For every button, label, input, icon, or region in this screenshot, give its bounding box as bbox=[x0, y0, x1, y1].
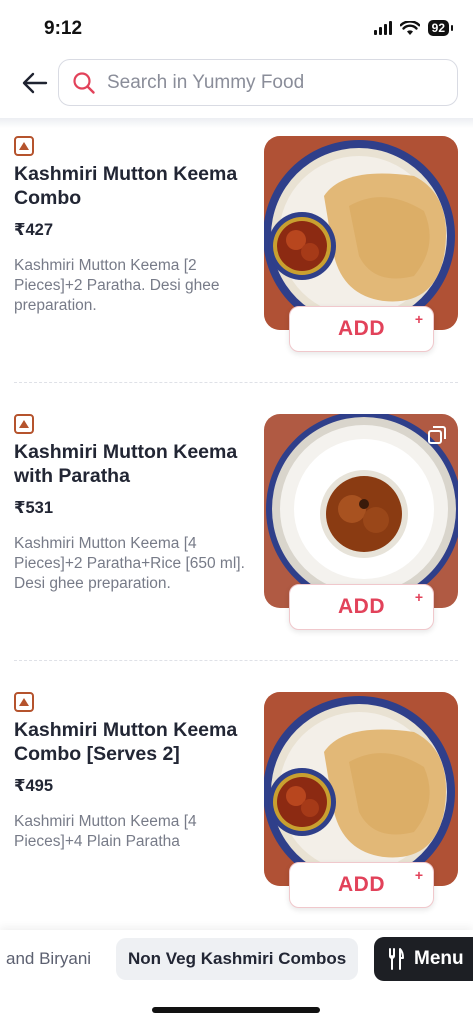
status-icons: 92 bbox=[373, 20, 454, 36]
non-veg-mark-icon bbox=[14, 414, 34, 434]
plus-icon: + bbox=[414, 867, 423, 883]
menu-item[interactable]: Kashmiri Mutton Keema Combo [Serves 2] ₹… bbox=[0, 684, 473, 954]
wifi-icon bbox=[399, 20, 420, 35]
home-indicator[interactable] bbox=[152, 1007, 320, 1013]
item-image[interactable] bbox=[264, 136, 458, 330]
back-button[interactable] bbox=[18, 66, 52, 100]
gallery-icon bbox=[428, 426, 446, 444]
category-chip[interactable]: and Biryani bbox=[6, 938, 91, 980]
menu-item[interactable]: Kashmiri Mutton Keema Combo ₹427 Kashmir… bbox=[0, 128, 473, 398]
menu-button[interactable]: Menu bbox=[374, 937, 473, 981]
cellular-signal-icon bbox=[373, 21, 392, 35]
status-bar: 9:12 92 bbox=[0, 0, 473, 56]
item-description: Kashmiri Mutton Keema [2 Pieces]+2 Parat… bbox=[14, 257, 220, 314]
menu-item[interactable]: Kashmiri Mutton Keema with Paratha ₹531 … bbox=[0, 406, 473, 676]
back-arrow-icon bbox=[22, 72, 48, 94]
plus-icon: + bbox=[414, 589, 423, 605]
add-button[interactable]: ADD + bbox=[289, 862, 434, 908]
item-price: ₹531 bbox=[14, 499, 54, 517]
add-button-label: ADD bbox=[338, 873, 385, 896]
non-veg-mark-icon bbox=[14, 136, 34, 156]
item-price: ₹427 bbox=[14, 221, 54, 239]
item-price: ₹495 bbox=[14, 777, 54, 795]
search-input[interactable]: Search in Yummy Food bbox=[58, 59, 458, 106]
header-shadow bbox=[0, 118, 473, 128]
category-chip-active[interactable]: Non Veg Kashmiri Combos bbox=[116, 938, 359, 980]
item-name: Kashmiri Mutton Keema Combo [Serves 2] bbox=[14, 719, 238, 765]
status-time: 9:12 bbox=[44, 18, 83, 39]
add-button-label: ADD bbox=[338, 317, 385, 340]
plus-icon: + bbox=[414, 311, 423, 327]
non-veg-mark-icon bbox=[14, 692, 34, 712]
item-name: Kashmiri Mutton Keema with Paratha bbox=[14, 441, 238, 487]
add-button[interactable]: ADD + bbox=[289, 584, 434, 630]
search-placeholder: Search in Yummy Food bbox=[107, 71, 305, 93]
item-image[interactable] bbox=[264, 414, 458, 608]
add-button-label: ADD bbox=[338, 595, 385, 618]
search-header: Search in Yummy Food bbox=[0, 58, 473, 108]
battery-indicator: 92 bbox=[427, 20, 454, 36]
item-divider bbox=[14, 382, 458, 383]
cutlery-icon bbox=[389, 948, 404, 970]
item-divider bbox=[14, 660, 458, 661]
item-description: Kashmiri Mutton Keema [4 Pieces]+4 Plain… bbox=[14, 813, 197, 850]
item-name: Kashmiri Mutton Keema Combo bbox=[14, 163, 238, 209]
search-icon bbox=[71, 70, 97, 96]
item-image[interactable] bbox=[264, 692, 458, 886]
menu-button-label: Menu bbox=[414, 948, 464, 969]
add-button[interactable]: ADD + bbox=[289, 306, 434, 352]
item-description: Kashmiri Mutton Keema [4 Pieces]+2 Parat… bbox=[14, 535, 245, 592]
